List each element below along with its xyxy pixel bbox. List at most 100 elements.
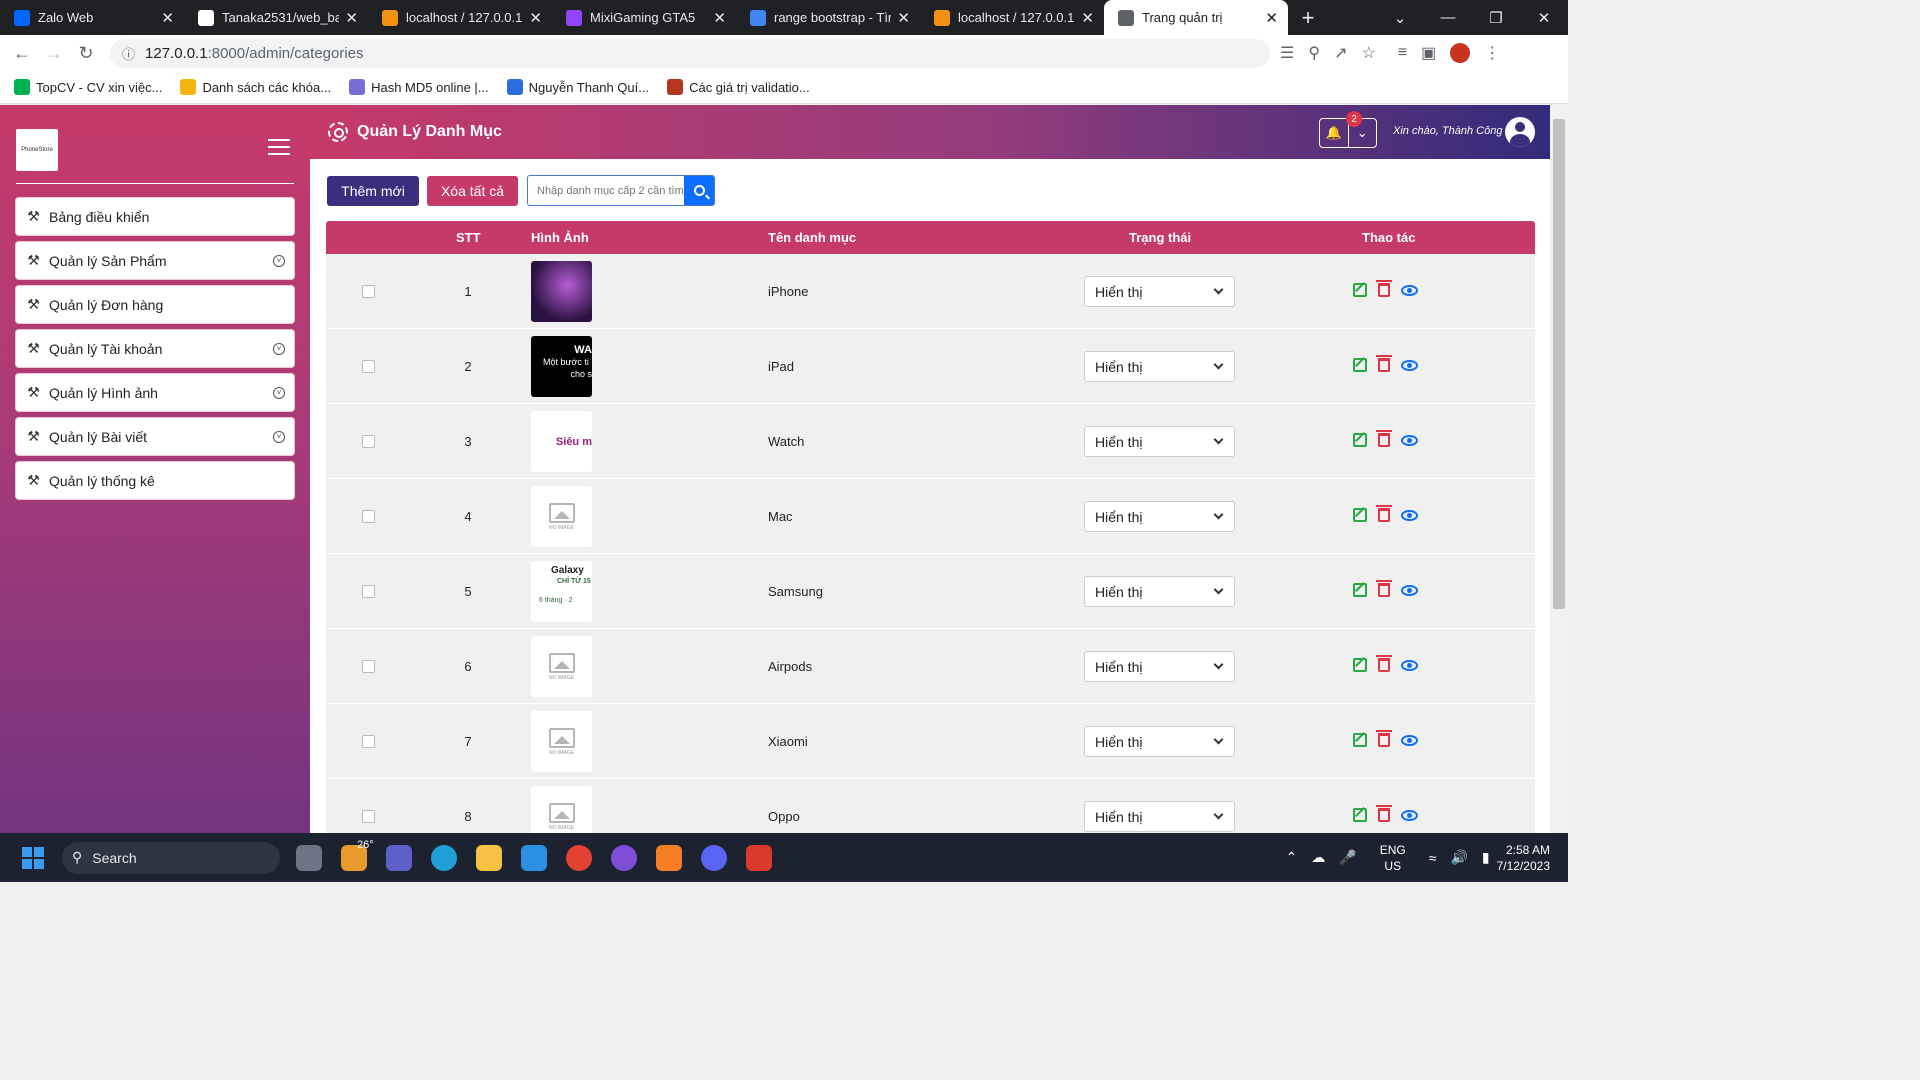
bookmark-item[interactable]: TopCV - CV xin việc... (14, 79, 162, 95)
sidebar-menu-item[interactable]: ⚒ Bảng điều khiển (16, 198, 294, 235)
user-avatar-icon[interactable] (1505, 117, 1535, 147)
bookmark-item[interactable]: Các giá trị validatio... (667, 79, 810, 95)
share-icon[interactable]: ↗ (1334, 43, 1347, 63)
github-desktop-icon[interactable] (611, 844, 637, 871)
weather-icon[interactable]: 26° (341, 839, 374, 871)
bookmark-item[interactable]: Nguyễn Thanh Quí... (506, 79, 649, 95)
row-checkbox[interactable] (362, 285, 375, 298)
translate-icon[interactable]: ☰ (1280, 43, 1294, 63)
status-select[interactable]: Hiển thị (1084, 276, 1235, 307)
status-select[interactable]: Hiển thị (1084, 651, 1235, 682)
close-tab-icon[interactable]: ✕ (1081, 9, 1094, 27)
browser-tab[interactable]: localhost / 127.0.0.1 / ✕ (368, 0, 552, 35)
microphone-icon[interactable]: 🎤 (1339, 849, 1356, 866)
vscode-icon[interactable] (521, 844, 547, 871)
wps-office-icon[interactable] (746, 844, 772, 871)
sidebar-menu-item[interactable]: ⚒ Quản lý Tài khoản ˅ (16, 330, 294, 367)
edit-icon[interactable] (1353, 733, 1367, 747)
trash-icon[interactable] (1376, 730, 1392, 747)
trash-icon[interactable] (1376, 580, 1392, 597)
notification-button[interactable]: 🔔 ⌄ 2 (1319, 111, 1377, 148)
close-tab-icon[interactable]: ✕ (713, 9, 726, 27)
row-checkbox[interactable] (362, 360, 375, 373)
close-tab-icon[interactable]: ✕ (529, 9, 542, 27)
chevron-circle-down-icon[interactable]: ˅ (273, 386, 285, 399)
back-icon[interactable]: ← (6, 43, 38, 64)
teams-chat-icon[interactable] (386, 844, 412, 871)
status-select[interactable]: Hiển thị (1084, 501, 1235, 532)
browser-tab[interactable]: range bootstrap - Tìm ✕ (736, 0, 920, 35)
edit-icon[interactable] (1353, 658, 1367, 672)
row-checkbox[interactable] (362, 660, 375, 673)
sidebar-menu-item[interactable]: ⚒ Quản lý Sản Phẩm ˅ (16, 242, 294, 279)
minimize-icon[interactable]: — (1424, 9, 1472, 26)
trash-icon[interactable] (1376, 655, 1392, 672)
trash-icon[interactable] (1376, 280, 1392, 297)
windows-start-icon[interactable] (22, 846, 44, 869)
row-checkbox[interactable] (362, 810, 375, 823)
browser-tab[interactable]: Trang quản trị ✕ (1104, 0, 1288, 35)
eye-icon[interactable] (1401, 809, 1418, 821)
page-scrollbar[interactable] (1550, 105, 1568, 833)
trash-icon[interactable] (1376, 805, 1392, 822)
taskbar-search[interactable]: ⚲ Search (62, 841, 280, 874)
tab-search-icon[interactable]: ⌄ (1376, 9, 1424, 27)
chrome-icon[interactable] (566, 844, 592, 871)
trash-icon[interactable] (1376, 355, 1392, 372)
browser-tab[interactable]: localhost / 127.0.0.1 | ✕ (920, 0, 1104, 35)
eye-icon[interactable] (1401, 284, 1418, 296)
bookmark-item[interactable]: Hash MD5 online |... (349, 79, 489, 95)
reading-list-icon[interactable]: ≡ (1398, 44, 1407, 62)
edit-icon[interactable] (1353, 283, 1367, 297)
edit-icon[interactable] (1353, 508, 1367, 522)
restore-icon[interactable]: ❐ (1472, 9, 1520, 27)
bookmark-item[interactable]: Danh sách các khóa... (180, 79, 331, 95)
chevron-up-icon[interactable]: ⌃ (1286, 849, 1298, 866)
status-select[interactable]: Hiển thị (1084, 351, 1235, 382)
sidebar-menu-item[interactable]: ⚒ Quản lý Đơn hàng (16, 286, 294, 323)
file-explorer-icon[interactable] (476, 844, 502, 871)
add-category-button[interactable]: Thêm mới (327, 176, 419, 206)
browser-tab[interactable]: Zalo Web ✕ (0, 0, 184, 35)
bookmark-star-icon[interactable]: ☆ (1361, 43, 1375, 63)
reload-icon[interactable]: ↻ (70, 43, 102, 64)
xampp-icon[interactable] (656, 844, 682, 871)
trash-icon[interactable] (1376, 430, 1392, 447)
row-checkbox[interactable] (362, 510, 375, 523)
search-input[interactable] (528, 176, 684, 205)
discord-icon[interactable] (701, 844, 727, 871)
edit-icon[interactable] (1353, 808, 1367, 822)
close-tab-icon[interactable]: ✕ (1265, 9, 1278, 27)
eye-icon[interactable] (1401, 659, 1418, 671)
eye-icon[interactable] (1401, 434, 1418, 446)
hamburger-menu-icon[interactable] (268, 139, 290, 160)
edit-icon[interactable] (1353, 583, 1367, 597)
edit-icon[interactable] (1353, 433, 1367, 447)
taskbar-clock[interactable]: 2:58 AM 7/12/2023 (1497, 842, 1550, 874)
status-select[interactable]: Hiển thị (1084, 726, 1235, 757)
chevron-circle-down-icon[interactable]: ˅ (273, 254, 285, 267)
sidebar-menu-item[interactable]: ⚒ Quản lý thống kê (16, 462, 294, 499)
chevron-circle-down-icon[interactable]: ˅ (273, 342, 285, 355)
bell-icon[interactable]: 🔔 (1320, 119, 1349, 147)
close-tab-icon[interactable]: ✕ (897, 9, 910, 27)
row-checkbox[interactable] (362, 435, 375, 448)
close-tab-icon[interactable]: ✕ (161, 9, 174, 27)
address-bar[interactable]: ⓘ 127.0.0.1:8000/admin/categories (110, 38, 1270, 68)
task-view-icon[interactable] (296, 844, 322, 871)
wifi-icon[interactable]: ≈ (1429, 850, 1437, 866)
trash-icon[interactable] (1376, 505, 1392, 522)
scrollbar-thumb[interactable] (1553, 119, 1565, 609)
search-button[interactable] (684, 176, 714, 205)
language-indicator[interactable]: ENG US (1380, 842, 1406, 874)
row-checkbox[interactable] (362, 585, 375, 598)
eye-icon[interactable] (1401, 584, 1418, 596)
forward-icon[interactable]: → (38, 43, 70, 64)
eye-icon[interactable] (1401, 359, 1418, 371)
battery-icon[interactable]: ▮ (1482, 849, 1490, 866)
close-tab-icon[interactable]: ✕ (345, 9, 358, 27)
store-logo[interactable]: PhoneStore (16, 129, 58, 171)
delete-all-button[interactable]: Xóa tất cả (427, 176, 518, 206)
edge-icon[interactable] (431, 844, 457, 871)
onedrive-icon[interactable]: ☁ (1311, 849, 1325, 866)
